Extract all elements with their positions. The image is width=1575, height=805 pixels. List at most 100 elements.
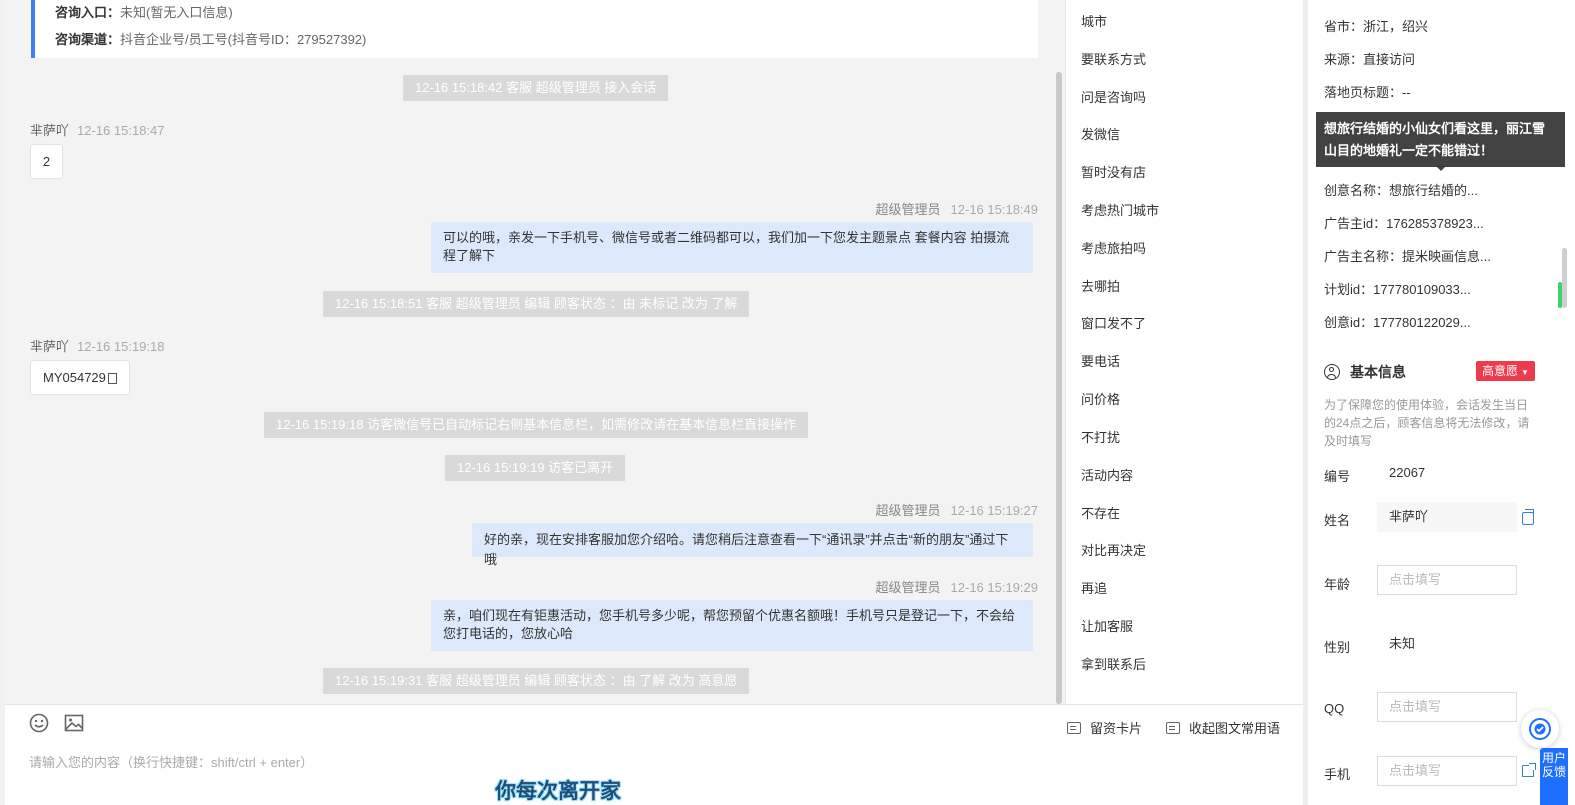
province-field: 省市：浙江，绍兴 [1324,19,1429,34]
phrase-item[interactable]: 发微信 [1081,124,1120,143]
phrase-item[interactable]: 考虑热门城市 [1081,200,1159,219]
gender-label: 性别 [1324,640,1351,655]
landing-title-field: 落地页标题：-- [1324,85,1411,100]
consult-channel-label: 咨询渠道： [55,32,121,47]
consult-channel: 咨询渠道：抖音企业号/员工号(抖音号ID：279527392) [55,29,366,48]
collapse-phrases-button[interactable]: 收起图文常用语 [1166,718,1280,737]
phrase-item[interactable]: 考虑旅拍吗 [1081,238,1146,257]
message-time: 12-16 15:18:49 [950,202,1038,217]
visitor-message: 2 [30,144,63,179]
quick-phrases-panel: 城市 要联系方式 问是咨询吗 发微信 暂时没有店 考虑热门城市 考虑旅拍吗 去哪… [1065,0,1303,704]
creative-name-field: 创意名称：想旅行结婚的... [1324,183,1478,198]
image-icon[interactable] [64,713,84,733]
phrase-item[interactable]: 让加客服 [1081,616,1133,635]
message-time: 12-16 15:18:47 [77,123,165,138]
consult-entry: 咨询入口：未知(暂无入口信息) [55,2,233,21]
phrase-item[interactable]: 窗口发不了 [1081,313,1146,332]
phrase-item[interactable]: 活动内容 [1081,465,1133,484]
consult-info-card: 咨询入口：未知(暂无入口信息) 咨询渠道：抖音企业号/员工号(抖音号ID：279… [31,0,1038,58]
message-time: 12-16 15:19:29 [950,580,1038,595]
card-icon [1067,721,1081,734]
phrase-item[interactable]: 城市 [1081,11,1107,30]
phrase-item[interactable]: 暂时没有店 [1081,162,1146,181]
advertiser-name-field: 广告主名称：提米映画信息... [1324,249,1491,264]
overlay-caption: 你每次离开家 [495,780,621,803]
phone-label: 手机 [1324,767,1351,782]
phrase-item[interactable]: 对比再决定 [1081,540,1146,559]
message-meta: 芈萨吖 12-16 15:19:18 [30,336,164,355]
visitor-name: 芈萨吖 [30,123,70,138]
phrase-item[interactable]: 不打扰 [1081,427,1120,446]
user-icon [1324,364,1340,380]
phrase-item[interactable]: 去哪拍 [1081,276,1120,295]
phrase-item[interactable]: 要联系方式 [1081,49,1146,68]
age-input[interactable]: 点击填写 [1377,565,1517,595]
basic-info-label: 基本信息 [1350,364,1406,380]
source-field: 来源：直接访问 [1324,52,1416,67]
assistant-icon [1529,718,1551,740]
id-label: 编号 [1324,469,1351,484]
assistant-button[interactable] [1521,710,1559,748]
status-indicator [1558,282,1562,308]
agent-message: 可以的哦，亲发一下手机号、微信号或者二维码都可以，我们加一下您发主题景点 套餐内… [431,222,1033,273]
chat-scrollbar[interactable] [1056,72,1062,704]
advertiser-id-field: 广告主id：176285378923... [1324,216,1484,231]
phone-input[interactable]: 点击填写 [1377,756,1517,786]
name-label: 姓名 [1324,513,1351,528]
system-message: 12-16 15:19:18 访客微信号已自动标记右侧基本信息栏，如需修改请在基… [264,412,809,438]
creative-id-field: 创意id：177780122029... [1324,315,1471,330]
panel-scrollbar[interactable] [1562,248,1567,308]
basic-info-title: 基本信息 [1324,362,1406,382]
copy-icon[interactable] [1522,509,1534,525]
message-meta: 芈萨吖 12-16 15:18:47 [30,120,164,139]
consult-channel-value: 抖音企业号/员工号(抖音号ID：279527392) [120,32,367,47]
id-value: 22067 [1389,465,1426,480]
plan-id-field: 计划id：177780109033... [1324,282,1471,297]
visitor-message[interactable]: MY054729 [30,360,130,395]
intent-label: 高意愿 [1482,364,1519,378]
message-meta: 超级管理员 12-16 15:19:29 [876,577,1038,596]
user-feedback-button[interactable]: 用户反馈 [1540,748,1568,805]
phrase-item[interactable]: 再追 [1081,578,1107,597]
name-field[interactable]: 芈萨吖 [1377,502,1517,532]
creative-tooltip: 想旅行结婚的小仙女们看这里，丽江雪山目的地婚礼一定不能错过！ [1316,112,1565,167]
agent-name: 超级管理员 [875,202,941,217]
consult-entry-value: 未知(暂无入口信息) [120,5,233,20]
intent-dropdown[interactable]: 高意愿 ▼ [1476,361,1535,381]
copy-icon[interactable] [107,373,117,384]
edit-hint: 为了保障您的使用体验，会话发生当日的24点之后，顾客信息将无法修改，请及时填写 [1324,398,1530,448]
message-input[interactable]: 请输入您的内容（换行快捷键：shift/ctrl + enter） [29,752,313,771]
tooltip-arrow [1436,166,1446,171]
qq-input[interactable]: 点击填写 [1377,692,1517,722]
agent-name: 超级管理员 [875,503,941,518]
phrase-item[interactable]: 要电话 [1081,351,1120,370]
phrase-icon [1166,721,1180,734]
gender-select[interactable]: 未知 [1377,629,1517,659]
emoji-icon[interactable] [29,713,49,733]
external-link-icon[interactable] [1522,763,1536,777]
consult-entry-label: 咨询入口： [55,5,121,20]
qq-label: QQ [1324,701,1345,716]
phrase-item[interactable]: 拿到联系后 [1081,654,1146,673]
agent-message: 好的亲，现在安排客服加您介绍哈。请您稍后注意查看一下“通讯录”并点击“新的朋友”… [472,523,1033,567]
message-time: 12-16 15:19:27 [950,503,1038,518]
lead-card-label: 留资卡片 [1090,721,1143,736]
phrase-item[interactable]: 问价格 [1081,389,1120,408]
chat-panel: 咨询入口：未知(暂无入口信息) 咨询渠道：抖音企业号/员工号(抖音号ID：279… [5,0,1065,704]
wechat-id-text: MY054729 [43,370,106,385]
visitor-name: 芈萨吖 [30,339,70,354]
phrase-item[interactable]: 不存在 [1081,503,1120,522]
age-label: 年龄 [1324,577,1351,592]
phrase-item[interactable]: 问是咨询吗 [1081,87,1146,106]
system-message: 12-16 15:19:19 访客已离开 [445,455,626,481]
message-time: 12-16 15:19:18 [77,339,165,354]
lead-card-button[interactable]: 留资卡片 [1067,718,1142,737]
system-message: 12-16 15:18:42 客服 超级管理员 接入会话 [403,75,669,101]
message-composer: 留资卡片 收起图文常用语 请输入您的内容（换行快捷键：shift/ctrl + … [5,704,1303,805]
message-meta: 超级管理员 12-16 15:19:27 [876,500,1038,519]
system-message: 12-16 15:18:51 客服 超级管理员 编辑 顾客状态 ：由 未标记 改… [323,291,750,317]
system-message: 12-16 15:19:31 客服 超级管理员 编辑 顾客状态 ：由 了解 改为… [323,668,750,694]
collapse-phrases-label: 收起图文常用语 [1189,721,1281,736]
agent-name: 超级管理员 [875,580,941,595]
caret-down-icon: ▼ [1521,368,1529,377]
